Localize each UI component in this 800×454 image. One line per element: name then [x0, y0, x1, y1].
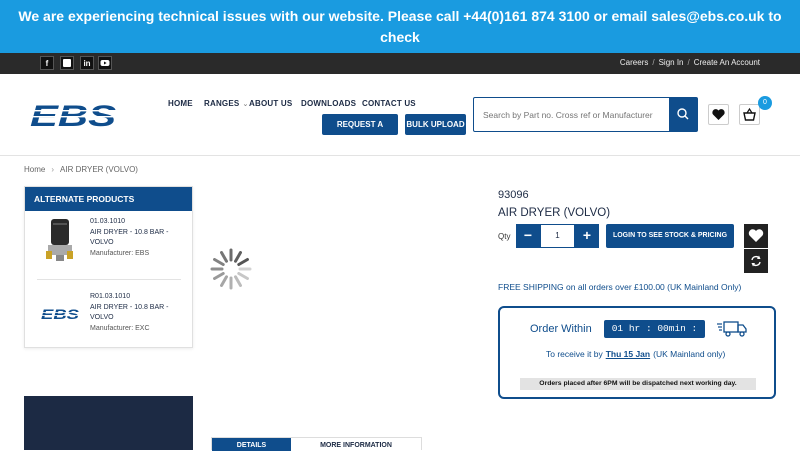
ebs-logo-thumbnail: EBS	[41, 306, 81, 322]
delivery-truck-icon	[716, 320, 748, 338]
compare-button[interactable]	[744, 249, 768, 273]
qty-label: Qty	[498, 232, 511, 241]
facebook-icon[interactable]: f	[40, 56, 54, 70]
breadcrumb-home[interactable]: Home	[24, 165, 45, 174]
free-shipping-note: FREE SHIPPING on all orders over £100.00…	[498, 282, 742, 292]
receive-suffix: (UK Mainland only)	[653, 349, 726, 359]
refresh-icon	[751, 255, 761, 267]
search-input[interactable]	[474, 98, 670, 131]
spinner-spoke	[220, 275, 228, 287]
part-number: 93096	[498, 189, 529, 201]
qty-input[interactable]: 1	[540, 224, 575, 248]
bulk-upload-button[interactable]: BULK UPLOAD	[405, 114, 466, 135]
search-icon	[677, 108, 689, 120]
banner-line-1: We are experiencing technical issues wit…	[18, 8, 782, 45]
alternate-product-manufacturer: Manufacturer: EXC	[90, 324, 150, 332]
nav-about[interactable]: ABOUT US	[249, 99, 292, 108]
nav-ranges[interactable]: RANGES ⌄	[204, 99, 249, 108]
alternate-product-name-2: VOLVO	[90, 314, 114, 321]
careers-link[interactable]: Careers	[620, 58, 648, 67]
search-bar	[473, 97, 698, 132]
product-tabs: DETAILS MORE INFORMATION	[211, 437, 422, 451]
alternate-product-details: 01.03.1010 AIR DRYER - 10.8 BAR - VOLVO …	[90, 217, 168, 259]
alternate-products-panel: ALTERNATE PRODUCTS 01.03.1010 AIR DRYER …	[24, 186, 193, 348]
nav-contact[interactable]: CONTACT US	[362, 99, 416, 108]
qty-decrease-button[interactable]: −	[516, 224, 540, 248]
youtube-icon[interactable]	[98, 56, 112, 70]
spinner-spoke	[213, 258, 225, 266]
chevron-down-icon: ⌄	[242, 101, 249, 108]
heart-icon	[712, 109, 725, 120]
tab-details[interactable]: DETAILS	[212, 438, 291, 451]
alternate-product-name: AIR DRYER - 10.8 BAR -	[90, 303, 169, 311]
nav-home[interactable]: HOME	[168, 99, 193, 108]
alternate-product-manufacturer: Manufacturer: EBS	[90, 249, 150, 257]
order-countdown-box: Order Within 01 hr : 00min : 51s To rece…	[498, 306, 776, 399]
linkedin-icon[interactable]: in	[80, 56, 94, 70]
basket-icon	[743, 107, 756, 121]
login-to-see-pricing-button[interactable]: LOGIN TO SEE STOCK & PRICING	[606, 224, 734, 248]
divider	[37, 279, 181, 280]
ebs-logo[interactable]: EBS	[30, 100, 118, 133]
spinner-spoke	[234, 251, 242, 263]
alternate-product-code: 01.03.1010	[90, 218, 126, 225]
sign-in-link[interactable]: Sign In	[659, 58, 684, 67]
chevron-right-icon: ›	[51, 165, 55, 174]
wishlist-button[interactable]	[708, 104, 729, 125]
nav-ranges-label: RANGES	[204, 99, 240, 108]
request-quote-button[interactable]: REQUEST A QUOTE	[322, 114, 398, 150]
alternate-products-title: ALTERNATE PRODUCTS	[25, 187, 192, 211]
delivery-date: Thu 15 Jan	[605, 349, 651, 359]
account-links: Careers / Sign In / Create An Account	[620, 58, 760, 67]
instagram-icon[interactable]	[60, 56, 74, 70]
countdown-timer: 01 hr : 00min : 51s	[604, 320, 705, 352]
alternate-product-item[interactable]: EBS R01.03.1010 AIR DRYER - 10.8 BAR - V…	[37, 292, 181, 360]
dispatch-note: Orders placed after 6PM will be dispatch…	[520, 378, 756, 390]
cart-button[interactable]	[739, 104, 760, 125]
link-separator: /	[652, 58, 655, 67]
air-dryer-image	[43, 217, 77, 263]
alternate-product-details: R01.03.1010 AIR DRYER - 10.8 BAR - VOLVO…	[90, 292, 168, 334]
create-account-link[interactable]: Create An Account	[694, 58, 760, 67]
spinner-spoke	[237, 272, 249, 280]
cart-count-badge: 0	[758, 96, 772, 110]
top-bar: f in Careers / Sign In / Create An Account	[0, 53, 800, 74]
spinner-spoke	[234, 275, 242, 287]
product-title: AIR DRYER (VOLVO)	[498, 207, 611, 219]
alternate-product-item[interactable]: 01.03.1010 AIR DRYER - 10.8 BAR - VOLVO …	[37, 217, 181, 285]
search-button[interactable]	[669, 98, 697, 131]
add-to-wishlist-button[interactable]	[744, 224, 768, 248]
breadcrumb: Home › AIR DRYER (VOLVO)	[24, 165, 138, 174]
breadcrumb-current: AIR DRYER (VOLVO)	[60, 165, 138, 174]
heart-icon	[748, 229, 764, 242]
spinner-spoke	[220, 251, 228, 263]
promo-panel	[24, 396, 193, 450]
alternate-product-name: AIR DRYER - 10.8 BAR -	[90, 228, 169, 236]
tab-more-information[interactable]: MORE INFORMATION	[291, 438, 421, 451]
nav-downloads[interactable]: DOWNLOADS	[301, 99, 356, 108]
thumbnail-logo-text: EBS	[41, 307, 80, 321]
loading-spinner-icon	[208, 246, 254, 292]
link-separator: /	[687, 58, 690, 67]
spinner-spoke	[237, 258, 249, 266]
receive-prefix: To receive it by	[546, 349, 603, 359]
site-header: EBS HOME RANGES ⌄ ABOUT US DOWNLOADS CONT…	[0, 74, 800, 156]
qty-increase-button[interactable]: +	[575, 224, 599, 248]
alternate-product-code: R01.03.1010	[90, 293, 131, 300]
alternate-product-name-2: VOLVO	[90, 239, 114, 246]
order-within-label: Order Within	[530, 323, 592, 335]
announcement-banner: We are experiencing technical issues wit…	[0, 0, 800, 66]
delivery-estimate: To receive it by Thu 15 Jan (UK Mainland o…	[546, 349, 725, 359]
spinner-spoke	[213, 272, 225, 280]
